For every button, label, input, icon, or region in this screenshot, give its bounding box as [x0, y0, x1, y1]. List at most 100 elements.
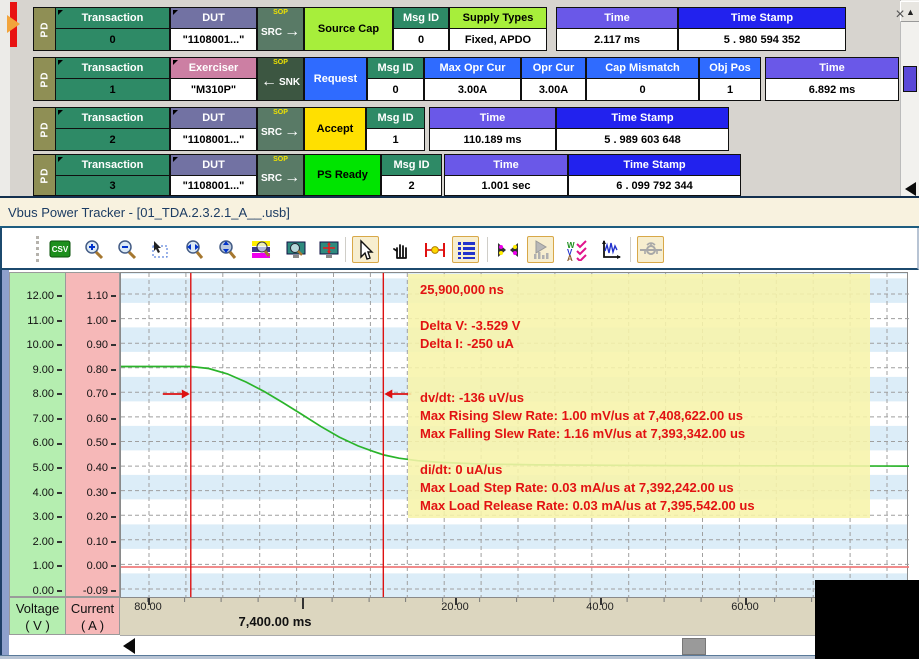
voltage-tick-label: 4.00	[33, 487, 62, 499]
close-button[interactable]: ×	[891, 6, 909, 24]
src-arrow-icon: →	[284, 27, 300, 37]
voltage-tick-label: 8.00	[33, 388, 62, 400]
pan-hand-button[interactable]	[388, 236, 415, 263]
transaction-number: 3	[55, 175, 170, 196]
msg-id-header: Msg ID	[381, 154, 442, 176]
toolbar-separator	[487, 237, 488, 262]
max-opr-cur-value: 3.00A	[424, 78, 521, 101]
device-value: "1108001..."	[170, 28, 257, 51]
obj-pos-value: 1	[699, 78, 761, 101]
show-list-icon	[455, 239, 477, 261]
horizontal-scrollbar[interactable]	[120, 635, 919, 656]
device-header: DUT	[170, 107, 257, 129]
voltage-tick-label: 5.00	[33, 462, 62, 474]
voltage-tick-label: 3.00	[33, 511, 62, 523]
toolbar-grip[interactable]	[36, 236, 39, 262]
view-zoom-button[interactable]	[282, 236, 309, 263]
fit-to-screen-button[interactable]	[315, 236, 342, 263]
current-axis: 1.101.000.900.800.700.600.500.400.300.20…	[66, 272, 120, 597]
mirror-compare-button[interactable]	[494, 236, 521, 263]
message-type-cell[interactable]: Accept	[304, 107, 366, 151]
zoom-in-button[interactable]	[80, 236, 107, 263]
dvdt-label: dv/dt: -136 uV/us	[420, 389, 870, 407]
voltage-tick-label: 2.00	[33, 536, 62, 548]
transaction-row-2[interactable]: PD Transaction 2 DUT "1108001..." SOP SR…	[0, 107, 919, 152]
supply-types-header: Supply Types	[449, 7, 547, 29]
pd-protocol-badge: PD	[33, 57, 56, 101]
zoom-out-icon	[116, 239, 138, 261]
pass-fail-checks-button[interactable]: W V A	[563, 236, 590, 263]
time-header: Time	[444, 154, 568, 176]
current-tick-label: 0.10	[87, 536, 116, 548]
transaction-row-3[interactable]: PD Transaction 3 DUT "1108001..." SOP SR…	[0, 154, 919, 199]
pd-protocol-badge: PD	[33, 154, 56, 196]
transaction-header: Transaction	[55, 57, 170, 79]
time-value: 110.189 ms	[429, 128, 556, 151]
tracker-title-bar[interactable]: Vbus Power Tracker - [01_TDA.2.3.2.1_A__…	[0, 196, 919, 228]
current-tick-label: 0.40	[87, 462, 116, 474]
histogram-button[interactable]	[527, 236, 554, 263]
voltage-axis: 12.0011.0010.009.008.007.006.005.004.003…	[9, 272, 66, 597]
transaction-header: Transaction	[55, 107, 170, 129]
window-bottom-border	[0, 655, 919, 659]
message-type-cell[interactable]: PS Ready	[304, 154, 381, 196]
transaction-number: 1	[55, 78, 170, 101]
zoom-region-button[interactable]	[146, 236, 173, 263]
cap-mismatch-value: 0	[586, 78, 699, 101]
max-opr-cur-header: Max Opr Cur	[424, 57, 521, 79]
time-axis-ruler[interactable]: 80.00 20.00 40.00 60.00 7,400.00 ms	[120, 597, 919, 635]
window-title: Vbus Power Tracker - [01_TDA.2.3.2.1_A__…	[8, 205, 290, 220]
zoom-horizontal-button[interactable]	[180, 236, 207, 263]
max-rising-slew-label: Max Rising Slew Rate: 1.00 mV/us at 7,40…	[420, 407, 870, 425]
zoom-out-button[interactable]	[113, 236, 140, 263]
pan-hand-icon	[391, 239, 413, 261]
svg-text:CSV: CSV	[51, 245, 68, 254]
delta-measure-button[interactable]	[421, 236, 448, 263]
current-tick-label: -0.09	[83, 585, 116, 597]
zoom-vertical-button[interactable]	[213, 236, 240, 263]
pd-protocol-badge: PD	[33, 7, 56, 51]
histogram-icon	[530, 239, 552, 261]
current-tick-label: 0.50	[87, 437, 116, 449]
sop-label: SOP	[273, 9, 288, 16]
scroll-left-icon[interactable]	[123, 638, 135, 654]
msg-id-value: 0	[393, 28, 449, 51]
obj-pos-header: Obj Pos	[699, 57, 761, 79]
current-tick-label: 0.00	[87, 560, 116, 572]
voltage-tick-label: 11.00	[27, 315, 62, 327]
x-tick-label: 40.00	[568, 601, 632, 613]
scrollbar-thumb[interactable]	[682, 638, 706, 655]
transaction-row-1[interactable]: PD Transaction 1 Exerciser "M310P" SOP ←…	[0, 57, 919, 102]
transaction-row-0[interactable]: PD Transaction 0 DUT "1108001..." SOP SR…	[0, 7, 919, 52]
voltage-tick-label: 9.00	[33, 364, 62, 376]
select-cursor-icon	[355, 239, 377, 261]
time-stamp-value: 5 . 989 603 648	[556, 128, 729, 151]
max-load-release-label: Max Load Release Rate: 0.03 mA/us at 7,3…	[420, 497, 870, 515]
x-tick-label: 80.00	[116, 601, 180, 613]
current-tick-label: 1.10	[87, 290, 116, 302]
voltage-tick-label: 10.00	[26, 339, 62, 351]
delta-i-label: Delta I: -250 uA	[420, 335, 870, 353]
select-cursor-button[interactable]	[352, 236, 379, 263]
zoom-vertical-icon	[216, 239, 238, 261]
opr-cur-value: 3.00A	[521, 78, 586, 101]
message-type-cell[interactable]: Source Cap	[304, 7, 393, 51]
display-colors-button[interactable]	[247, 236, 274, 263]
pass-fail-checks-icon: W V A	[565, 239, 589, 261]
x-tick-label: 60.00	[713, 601, 777, 613]
show-list-button[interactable]	[452, 236, 479, 263]
protocol-vertical-scrollbar[interactable]	[900, 0, 919, 196]
export-csv-button[interactable]: CSV	[46, 236, 73, 263]
waveform-scale-button[interactable]	[597, 236, 624, 263]
voltage-tick-label: 0.00	[33, 585, 62, 597]
delta-v-label: Delta V: -3.529 V	[420, 317, 870, 335]
src-arrow-icon: →	[284, 127, 300, 137]
voltage-tick-label: 6.00	[33, 437, 62, 449]
probe-settings-button[interactable]	[637, 236, 664, 263]
sop-label: SOP	[273, 109, 288, 116]
transaction-header: Transaction	[55, 7, 170, 29]
message-type-cell[interactable]: Request	[304, 57, 367, 101]
time-value: 1.001 sec	[444, 175, 568, 196]
protocol-trace-view: PD Transaction 0 DUT "1108001..." SOP SR…	[0, 0, 919, 196]
delta-time-label: 25,900,000 ns	[420, 281, 870, 299]
